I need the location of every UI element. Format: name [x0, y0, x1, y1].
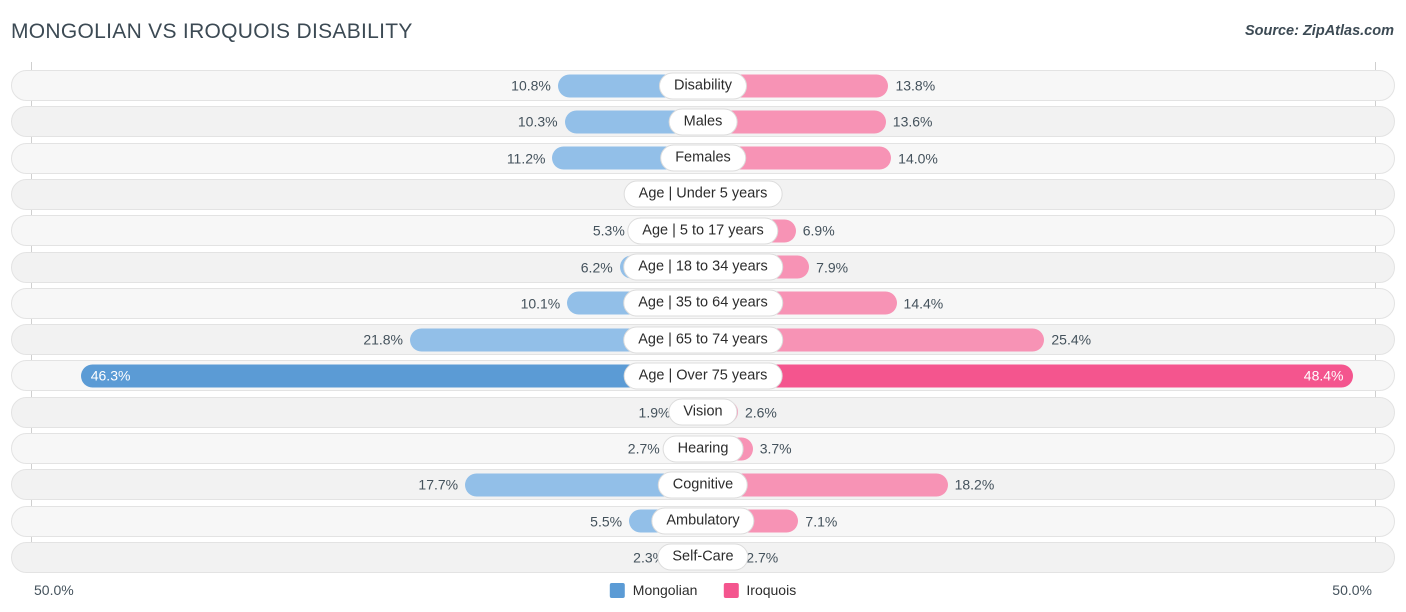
bar-value-mongolian: 5.3% — [592, 222, 625, 239]
category-label[interactable]: Age | 18 to 34 years — [623, 253, 783, 281]
legend-item[interactable]: Mongolian — [609, 582, 698, 598]
legend-item[interactable]: Iroquois — [723, 582, 796, 598]
bar-mongolian: 46.3% — [80, 364, 703, 388]
axis-label-right: 50.0% — [1332, 582, 1372, 598]
chart-footer: 50.0% 50.0% Mongolian Iroquois — [0, 574, 1406, 612]
bar-value-mongolian: 17.7% — [418, 476, 459, 493]
category-label[interactable]: Disability — [658, 72, 748, 99]
category-label[interactable]: Cognitive — [657, 471, 749, 499]
category-label[interactable]: Age | 5 to 17 years — [627, 217, 779, 245]
category-label[interactable]: Males — [668, 108, 738, 136]
category-label[interactable]: Age | 65 to 74 years — [623, 326, 783, 354]
table-row[interactable]: 2.3% 2.7% Self-Care — [11, 541, 1395, 573]
axis-label-left: 50.0% — [34, 582, 74, 598]
bar-value-mongolian: 21.8% — [363, 331, 404, 348]
diverging-bar-chart: 10.8% 13.8% Disability 10.3% 13.6% Males 11.2%… — [0, 62, 1406, 574]
table-row[interactable]: 1.9% 2.6% Vision — [11, 396, 1395, 428]
table-row[interactable]: 11.2% 14.0% Females — [11, 142, 1395, 174]
bar-value-iroquois: 25.4% — [1051, 331, 1092, 348]
table-row[interactable]: 6.2% 7.9% Age | 18 to 34 years — [11, 251, 1395, 283]
category-label[interactable]: Age | 35 to 64 years — [623, 289, 783, 317]
table-row[interactable]: 10.3% 13.6% Males — [11, 106, 1395, 138]
bar-value-mongolian: 46.3% — [90, 367, 131, 384]
bar-value-iroquois: 13.8% — [895, 77, 936, 94]
bar-value-mongolian: 10.1% — [520, 295, 561, 312]
table-row[interactable]: 21.8% 25.4% Age | 65 to 74 years — [11, 324, 1395, 356]
legend-swatch-icon — [723, 582, 739, 598]
bar-value-mongolian: 6.2% — [580, 259, 613, 275]
bar-value-iroquois: 6.9% — [802, 222, 835, 239]
page-title: MONGOLIAN VS IROQUOIS DISABILITY — [11, 20, 413, 43]
bar-value-iroquois: 13.6% — [892, 113, 933, 130]
bar-value-iroquois: 18.2% — [954, 476, 995, 493]
legend-swatch-icon — [609, 582, 625, 598]
bar-iroquois: 48.4% — [703, 364, 1354, 388]
bar-value-iroquois: 3.7% — [759, 440, 792, 457]
bar-value-mongolian: 11.2% — [506, 150, 546, 167]
bar-value-iroquois: 7.9% — [816, 259, 849, 275]
table-row[interactable]: 5.3% 6.9% Age | 5 to 17 years — [11, 215, 1395, 247]
category-label[interactable]: Self-Care — [657, 543, 749, 571]
table-row[interactable]: 10.1% 14.4% Age | 35 to 64 years — [11, 287, 1395, 319]
table-row[interactable]: 1.1%1.5%Age | Under 5 years — [11, 178, 1395, 210]
chart-legend: Mongolian Iroquois — [609, 582, 796, 598]
legend-label: Mongolian — [632, 582, 698, 598]
category-label[interactable]: Vision — [668, 398, 738, 426]
bar-value-mongolian: 2.7% — [627, 440, 660, 457]
table-row[interactable]: 2.7% 3.7% Hearing — [11, 433, 1395, 464]
source-attribution: Source: ZipAtlas.com — [1244, 23, 1394, 39]
bar-value-iroquois: 2.6% — [744, 404, 777, 421]
category-label[interactable]: Females — [660, 144, 746, 172]
bar-value-iroquois: 7.1% — [805, 513, 838, 530]
bar-value-mongolian: 1.9% — [638, 404, 671, 421]
table-row[interactable]: 10.8% 13.8% Disability — [11, 70, 1395, 101]
chart-header: MONGOLIAN VS IROQUOIS DISABILITY Source:… — [0, 0, 1406, 62]
bar-value-mongolian: 10.3% — [517, 113, 558, 130]
bar-value-mongolian: 5.5% — [590, 513, 623, 530]
table-row[interactable]: 5.5% 7.1% Ambulatory — [11, 505, 1395, 537]
table-row[interactable]: 17.7% 18.2% Cognitive — [11, 469, 1395, 501]
bar-value-iroquois: 14.4% — [903, 295, 944, 312]
category-label[interactable]: Hearing — [662, 435, 744, 462]
category-label[interactable]: Age | Under 5 years — [623, 180, 783, 208]
bar-value-mongolian: 10.8% — [511, 77, 551, 94]
category-label[interactable]: Age | Over 75 years — [623, 362, 783, 390]
bar-value-iroquois: 14.0% — [898, 150, 938, 167]
bar-value-iroquois: 48.4% — [1303, 367, 1344, 384]
category-label[interactable]: Ambulatory — [651, 507, 755, 535]
legend-label: Iroquois — [746, 582, 797, 598]
bar-value-iroquois: 2.7% — [746, 549, 779, 566]
table-row[interactable]: 46.3% 48.4% Age | Over 75 years — [11, 360, 1395, 392]
